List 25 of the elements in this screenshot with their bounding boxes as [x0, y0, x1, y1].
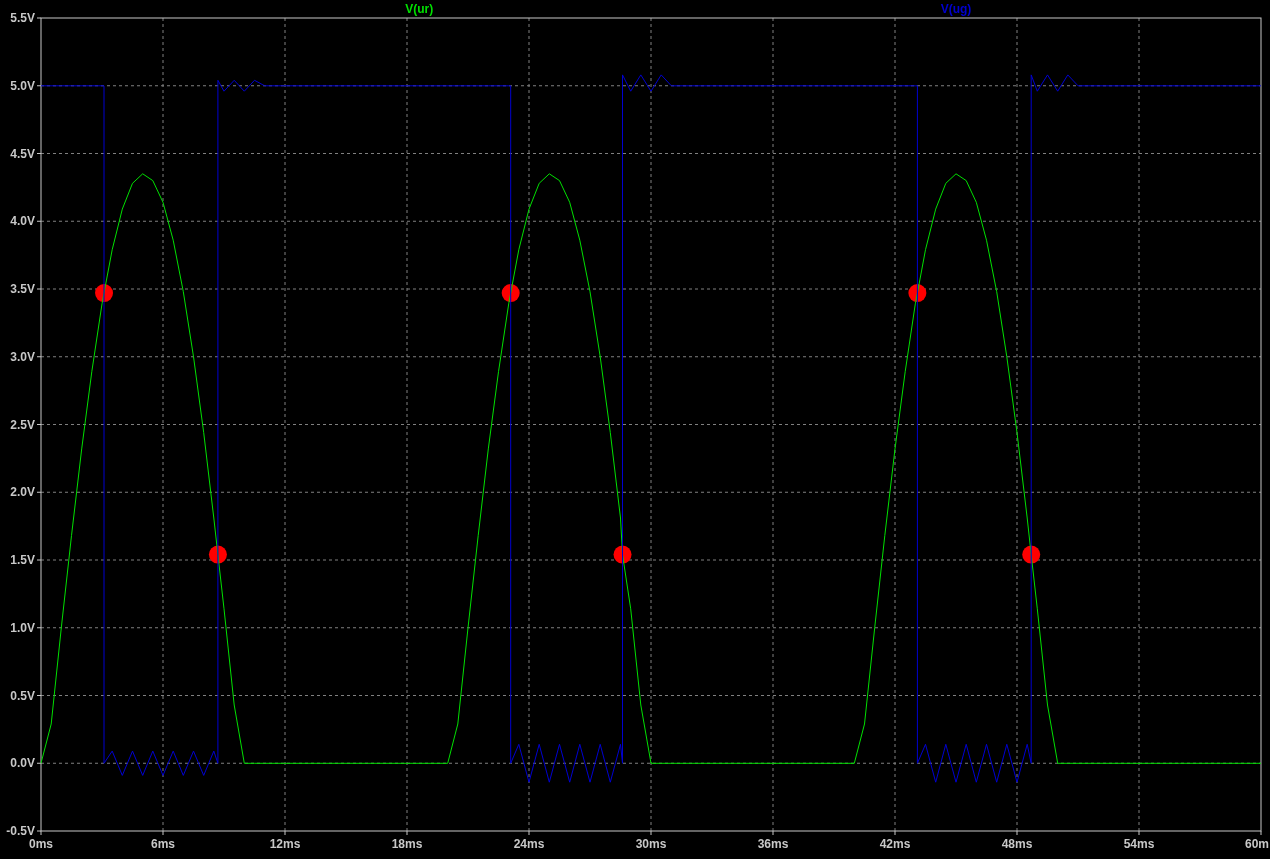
- axis-tick-label: 18ms: [391, 837, 423, 851]
- axis-tick-label: 2.5V: [10, 417, 35, 432]
- axis-tick-label: 54ms: [1123, 837, 1155, 851]
- axis-tick-label: 60m: [1244, 837, 1269, 851]
- axis-tick-label: -0.5V: [6, 824, 35, 838]
- axis-tick-label: 0ms: [29, 837, 53, 851]
- axis-tick-label: 1.5V: [10, 553, 35, 567]
- axis-tick-label: 4.5V: [10, 146, 35, 161]
- axis-tick-label: 0.5V: [10, 688, 35, 703]
- axis-tick-label: 4.0V: [10, 214, 35, 229]
- axis-tick-label: 2.0V: [10, 485, 35, 500]
- axis-tick-label: 0.0V: [10, 756, 35, 771]
- axis-tick-label: 5.0V: [10, 78, 35, 93]
- axis-tick-label: 5.5V: [10, 11, 35, 25]
- trace-label[interactable]: V(ur): [405, 2, 434, 16]
- axis-tick-label: 6ms: [151, 837, 175, 851]
- axis-tick-label: 42ms: [879, 837, 911, 851]
- axis-tick-label: 24ms: [513, 837, 545, 851]
- axis-tick-label: 30ms: [635, 837, 667, 851]
- axis-tick-label: 36ms: [757, 837, 789, 851]
- axis-tick-label: 3.5V: [10, 282, 35, 296]
- axis-tick-label: 3.0V: [10, 349, 35, 364]
- axis-tick-label: 12ms: [269, 837, 301, 851]
- axis-tick-label: 1.0V: [10, 620, 35, 635]
- axis-tick-label: 48ms: [1001, 837, 1033, 851]
